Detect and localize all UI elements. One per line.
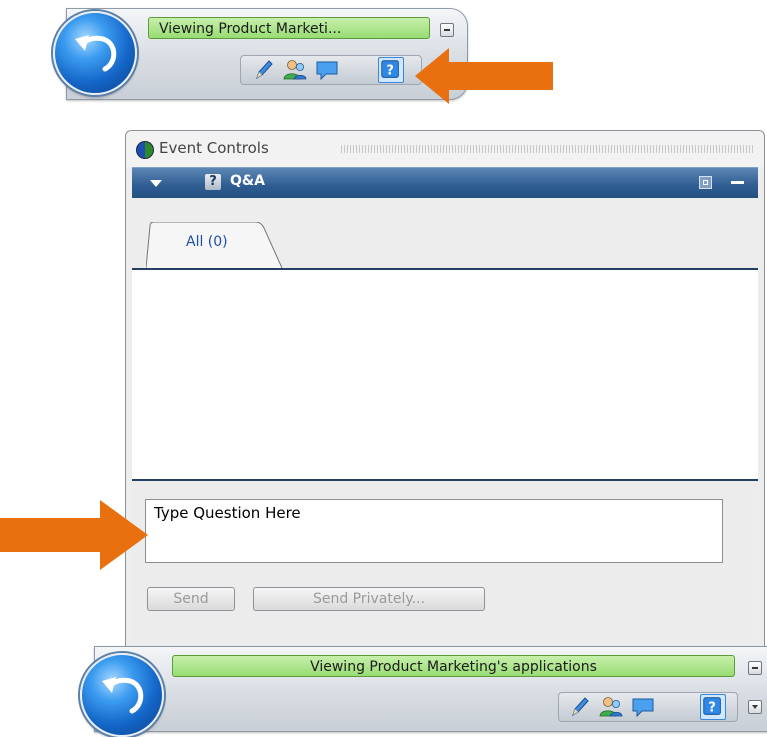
chat-icon[interactable]: [314, 57, 340, 83]
question-input-area: Type Question Here Send Send Privately..…: [132, 481, 758, 651]
panel-title: Event Controls: [159, 139, 269, 157]
send-button[interactable]: Send: [147, 587, 235, 611]
qa-section-icon: ?: [205, 174, 221, 190]
attendees-icon[interactable]: [282, 57, 308, 83]
svg-text:?: ?: [708, 701, 716, 716]
tab-all-label: All (0): [186, 234, 228, 250]
chat-icon[interactable]: [630, 694, 656, 720]
input-highlight-arrow-icon: [0, 500, 148, 570]
send-privately-button[interactable]: Send Privately...: [253, 587, 485, 611]
minimize-icon[interactable]: [731, 181, 744, 184]
qa-section-title: Q&A: [230, 173, 265, 189]
qa-section-header[interactable]: ? Q&A: [132, 167, 758, 199]
pencil-icon[interactable]: [566, 694, 592, 720]
panel-title-bar[interactable]: Event Controls: [126, 131, 764, 167]
event-controls-panel: Event Controls ? Q&A All (0) Type Questi…: [125, 130, 765, 651]
qa-icon[interactable]: ?: [378, 57, 404, 83]
bottom-minimize-button[interactable]: [748, 661, 762, 675]
globe-icon: [136, 141, 154, 159]
tab-strip: All (0): [132, 198, 758, 270]
pencil-icon[interactable]: [250, 57, 276, 83]
drag-grip[interactable]: [341, 145, 754, 153]
top-minimize-button[interactable]: [440, 23, 454, 37]
top-back-button[interactable]: [53, 11, 137, 95]
attendees-icon[interactable]: [598, 694, 624, 720]
top-status-pill: Viewing Product Marketi...: [148, 17, 430, 39]
svg-text:?: ?: [386, 64, 394, 79]
back-arrow-icon: [102, 677, 144, 714]
bottom-status-pill: Viewing Product Marketing's applications: [172, 655, 735, 677]
bottom-dropdown-button[interactable]: [748, 700, 762, 714]
collapse-arrow-icon[interactable]: [150, 180, 162, 187]
question-list[interactable]: [132, 270, 758, 481]
highlight-arrow-icon: [415, 48, 553, 104]
bottom-status-text: Viewing Product Marketing's applications: [310, 659, 597, 675]
tab-all[interactable]: All (0): [146, 222, 283, 268]
qa-icon[interactable]: ?: [700, 694, 726, 720]
question-input[interactable]: Type Question Here: [145, 499, 723, 563]
back-arrow-icon: [75, 35, 117, 72]
top-status-text: Viewing Product Marketi...: [159, 21, 342, 37]
popout-icon[interactable]: [699, 176, 712, 189]
bottom-back-button[interactable]: [80, 653, 164, 737]
